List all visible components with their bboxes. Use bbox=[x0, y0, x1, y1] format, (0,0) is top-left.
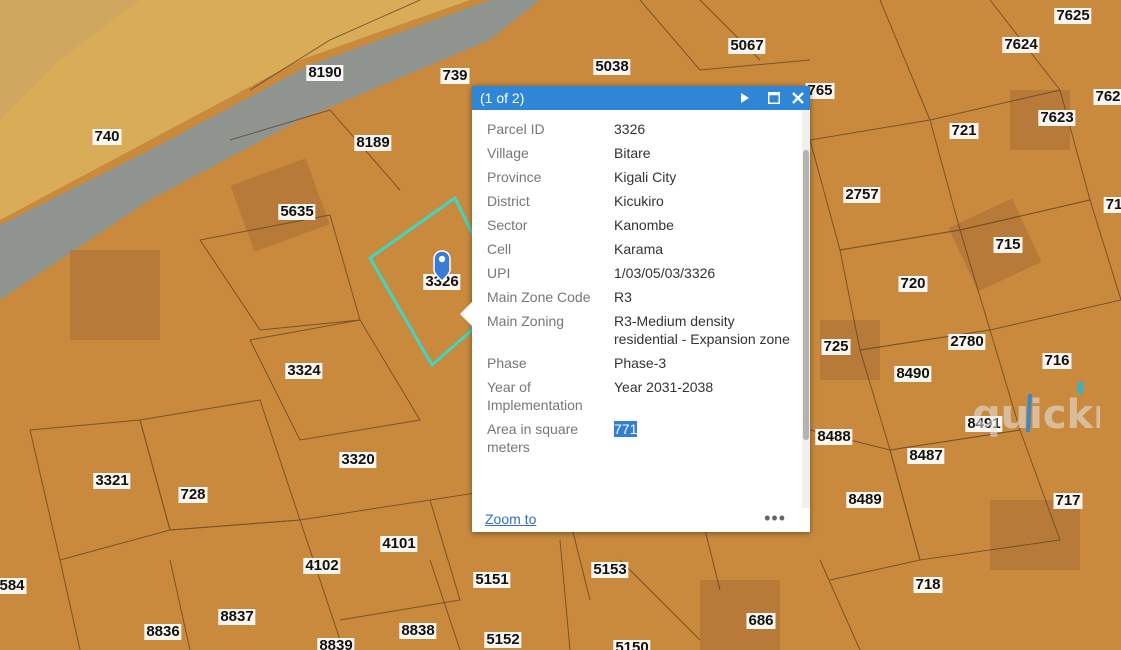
attribute-key: Area in square meters bbox=[487, 421, 579, 455]
attribute-key: Main Zone Code bbox=[487, 289, 591, 305]
parcel-label[interactable]: 5067 bbox=[728, 38, 766, 54]
attribute-value-cell: 771 bbox=[612, 418, 795, 460]
parcel-label[interactable]: 2780 bbox=[948, 334, 986, 350]
attribute-value: 1/03/05/03/3326 bbox=[614, 265, 716, 281]
parcel-label[interactable]: 8489 bbox=[846, 492, 884, 508]
quickr-watermark-logo: quickr bbox=[972, 382, 1100, 438]
parcel-label[interactable]: 4102 bbox=[303, 558, 341, 574]
parcel-label[interactable]: 720 bbox=[898, 276, 928, 292]
parcel-label[interactable]: 721 bbox=[949, 123, 979, 139]
attribute-value: Kanombe bbox=[614, 217, 674, 233]
attribute-value: Karama bbox=[614, 241, 664, 257]
attribute-value-selected[interactable]: 771 bbox=[614, 421, 638, 437]
attribute-key: Province bbox=[487, 169, 542, 185]
parcel-label[interactable]: 725 bbox=[821, 339, 851, 355]
parcel-label[interactable]: 5038 bbox=[593, 59, 631, 75]
popup-pointer bbox=[460, 302, 472, 326]
attribute-key: Main Zoning bbox=[487, 313, 565, 329]
parcel-label[interactable]: 4101 bbox=[380, 536, 418, 552]
parcel-label[interactable]: 739 bbox=[440, 68, 470, 84]
parcel-label[interactable]: 718 bbox=[913, 577, 943, 593]
close-icon[interactable] bbox=[787, 86, 809, 110]
attribute-row: Sector Kanombe bbox=[485, 214, 795, 238]
parcel-label[interactable]: 686 bbox=[746, 613, 776, 629]
attribute-value: R3 bbox=[614, 289, 632, 305]
scrollbar-thumb[interactable] bbox=[803, 150, 809, 440]
attribute-row: Village Bitare bbox=[485, 142, 795, 166]
parcel-label[interactable]: 8487 bbox=[907, 448, 945, 464]
parcel-label[interactable]: 7625 bbox=[1054, 8, 1092, 24]
attribute-value: Bitare bbox=[614, 145, 651, 161]
attribute-key: Cell bbox=[487, 241, 512, 257]
attribute-row: Main Zoning R3-Medium density residential… bbox=[485, 310, 795, 352]
attribute-value: R3-Medium density residential - Expansio… bbox=[614, 313, 790, 347]
parcel-label[interactable]: 584 bbox=[0, 578, 27, 594]
parcel-label[interactable]: 71 bbox=[1103, 197, 1121, 213]
parcel-label[interactable]: 716 bbox=[1042, 353, 1072, 369]
parcel-label[interactable]: 8488 bbox=[815, 429, 853, 445]
attribute-row: Main Zone Code R3 bbox=[485, 286, 795, 310]
parcel-label[interactable]: 8490 bbox=[894, 366, 932, 382]
attribute-key: Sector bbox=[487, 217, 528, 233]
attribute-value: 3326 bbox=[614, 121, 646, 137]
parcel-label[interactable]: 5153 bbox=[591, 562, 629, 578]
parcel-label[interactable]: 8189 bbox=[354, 135, 392, 151]
attribute-table: Parcel ID 3326 Village Bitare Province Kiga… bbox=[485, 118, 795, 460]
parcel-label[interactable]: 8836 bbox=[144, 624, 182, 640]
parcel-label[interactable]: 8837 bbox=[218, 609, 256, 625]
parcel-label[interactable]: 717 bbox=[1053, 493, 1083, 509]
attribute-row: Parcel ID 3326 bbox=[485, 118, 795, 142]
parcel-label[interactable]: 5152 bbox=[484, 632, 522, 648]
next-arrow-icon[interactable] bbox=[734, 86, 756, 110]
parcel-label[interactable]: 3321 bbox=[93, 473, 131, 489]
attribute-row: Province Kigali City bbox=[485, 166, 795, 190]
attribute-key: UPI bbox=[487, 265, 511, 281]
parcel-label[interactable]: 740 bbox=[92, 129, 122, 145]
parcel-label[interactable]: 8190 bbox=[306, 65, 344, 81]
attribute-row: Cell Karama bbox=[485, 238, 795, 262]
attribute-key: Year of Implementation bbox=[487, 379, 583, 413]
map-pin-icon[interactable] bbox=[433, 250, 451, 282]
maximize-icon[interactable] bbox=[763, 86, 785, 110]
popup-body[interactable]: Parcel ID 3326 Village Bitare Province Kiga… bbox=[472, 112, 802, 504]
parcel-label[interactable]: 7624 bbox=[1002, 37, 1040, 53]
attribute-key: Phase bbox=[487, 355, 527, 371]
attribute-row: Area in square meters 771 bbox=[485, 418, 795, 460]
parcel-label[interactable]: 5150 bbox=[613, 640, 651, 650]
parcel-label[interactable]: 762 bbox=[1093, 89, 1121, 105]
attribute-key: Village bbox=[487, 145, 529, 161]
attribute-value: Kigali City bbox=[614, 169, 677, 185]
attribute-key: Parcel ID bbox=[487, 121, 545, 137]
attribute-value: Year 2031-2038 bbox=[614, 379, 714, 395]
svg-text:quickr: quickr bbox=[972, 392, 1100, 438]
popup-header: (1 of 2) bbox=[472, 86, 810, 110]
parcel-label[interactable]: 7623 bbox=[1038, 110, 1076, 126]
info-popup: (1 of 2) Parcel ID 3326 Village Bitare Pro… bbox=[460, 86, 1100, 532]
attribute-row: Phase Phase-3 bbox=[485, 352, 795, 376]
attribute-row: UPI 1/03/05/03/3326 bbox=[485, 262, 795, 286]
more-actions-button[interactable]: ••• bbox=[764, 508, 786, 529]
parcel-label[interactable]: 5635 bbox=[278, 204, 316, 220]
parcel-label[interactable]: 2757 bbox=[843, 187, 881, 203]
attribute-value: Phase-3 bbox=[614, 355, 667, 371]
parcel-label[interactable]: 8838 bbox=[399, 623, 437, 639]
parcel-label[interactable]: 3320 bbox=[339, 452, 377, 468]
parcel-label[interactable]: 3324 bbox=[285, 363, 323, 379]
attribute-row: District Kicukiro bbox=[485, 190, 795, 214]
parcel-label[interactable]: 728 bbox=[178, 487, 208, 503]
record-counter: (1 of 2) bbox=[480, 90, 525, 106]
zoom-to-link[interactable]: Zoom to bbox=[485, 511, 536, 527]
attribute-row: Year of Implementation Year 2031-2038 bbox=[485, 376, 795, 418]
attribute-key: District bbox=[487, 193, 530, 209]
parcel-label[interactable]: 8839 bbox=[317, 638, 355, 650]
attribute-value: Kicukiro bbox=[614, 193, 664, 209]
parcel-label[interactable]: 5151 bbox=[473, 572, 511, 588]
parcel-label[interactable]: 715 bbox=[993, 237, 1023, 253]
popup-footer: Zoom to ••• bbox=[472, 508, 810, 532]
popup-scrollbar[interactable] bbox=[802, 110, 810, 508]
